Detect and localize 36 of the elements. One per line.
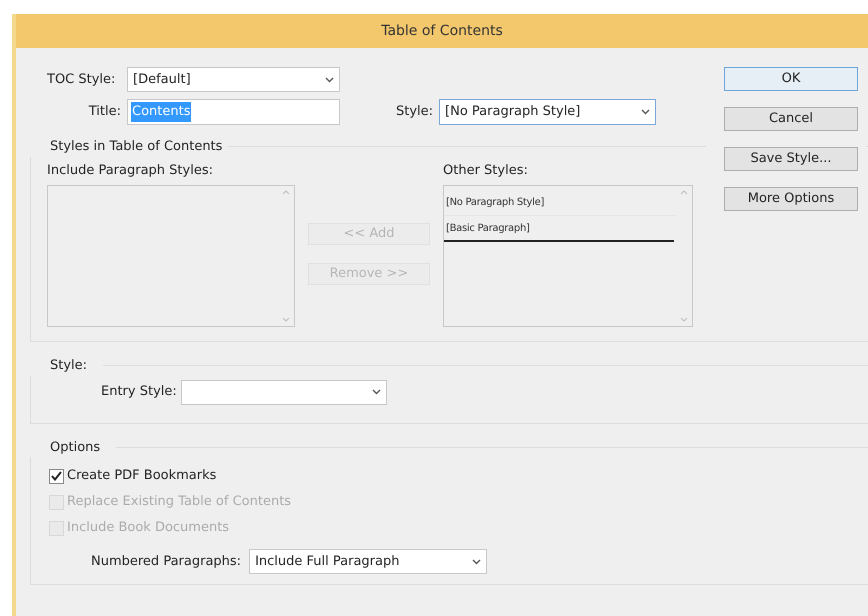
list-item[interactable]: [Basic Paragraph] — [444, 216, 674, 242]
style-label: Style: — [396, 103, 434, 122]
other-styles-list[interactable]: [No Paragraph Style] [Basic Paragraph] — [443, 185, 693, 327]
scroll-up-icon[interactable] — [680, 190, 688, 195]
numbered-paragraphs-label: Numbered Paragraphs: — [91, 552, 242, 571]
chevron-down-icon — [472, 558, 482, 564]
other-styles-label: Other Styles: — [443, 162, 529, 180]
group-title: Style: — [49, 357, 88, 375]
scroll-down-icon[interactable] — [282, 317, 290, 322]
toc-style-label: TOC Style: — [46, 70, 116, 89]
include-styles-label: Include Paragraph Styles: — [47, 162, 214, 180]
chevron-down-icon — [325, 76, 334, 82]
checkbox-label: Include Book Documents — [67, 519, 230, 538]
group-title: Styles in Table of Contents — [49, 138, 224, 156]
group-title: Options — [49, 438, 102, 456]
scroll-up-icon[interactable] — [282, 190, 290, 195]
entry-style-dropdown[interactable] — [180, 380, 387, 404]
dialog-button[interactable]: Save Style... — [724, 147, 858, 171]
checkbox-label: Create PDF Bookmarks — [67, 467, 216, 486]
title-label: Title: — [88, 103, 122, 122]
chevron-down-icon — [372, 389, 381, 395]
dialog-button[interactable]: OK — [724, 67, 858, 91]
check-icon — [51, 471, 62, 481]
numbered-paragraphs-dropdown[interactable]: Include Full Paragraph — [249, 549, 488, 574]
style-dropdown[interactable]: [No Paragraph Style] — [439, 99, 656, 125]
dialog-button[interactable]: More Options — [724, 187, 858, 211]
checkbox[interactable] — [49, 468, 64, 484]
entry-style-label: Entry Style: — [101, 383, 177, 402]
chevron-down-icon — [641, 109, 650, 115]
list-item[interactable]: [No Paragraph Style] — [444, 190, 676, 216]
checkbox-label: Replace Existing Table of Contents — [67, 493, 292, 512]
dialog-button[interactable]: Cancel — [724, 107, 858, 131]
scroll-down-icon[interactable] — [680, 317, 688, 322]
toc-style-dropdown[interactable]: [Default] — [127, 67, 340, 92]
window-title: Table of Contents — [381, 22, 503, 40]
include-styles-list[interactable] — [47, 185, 295, 327]
